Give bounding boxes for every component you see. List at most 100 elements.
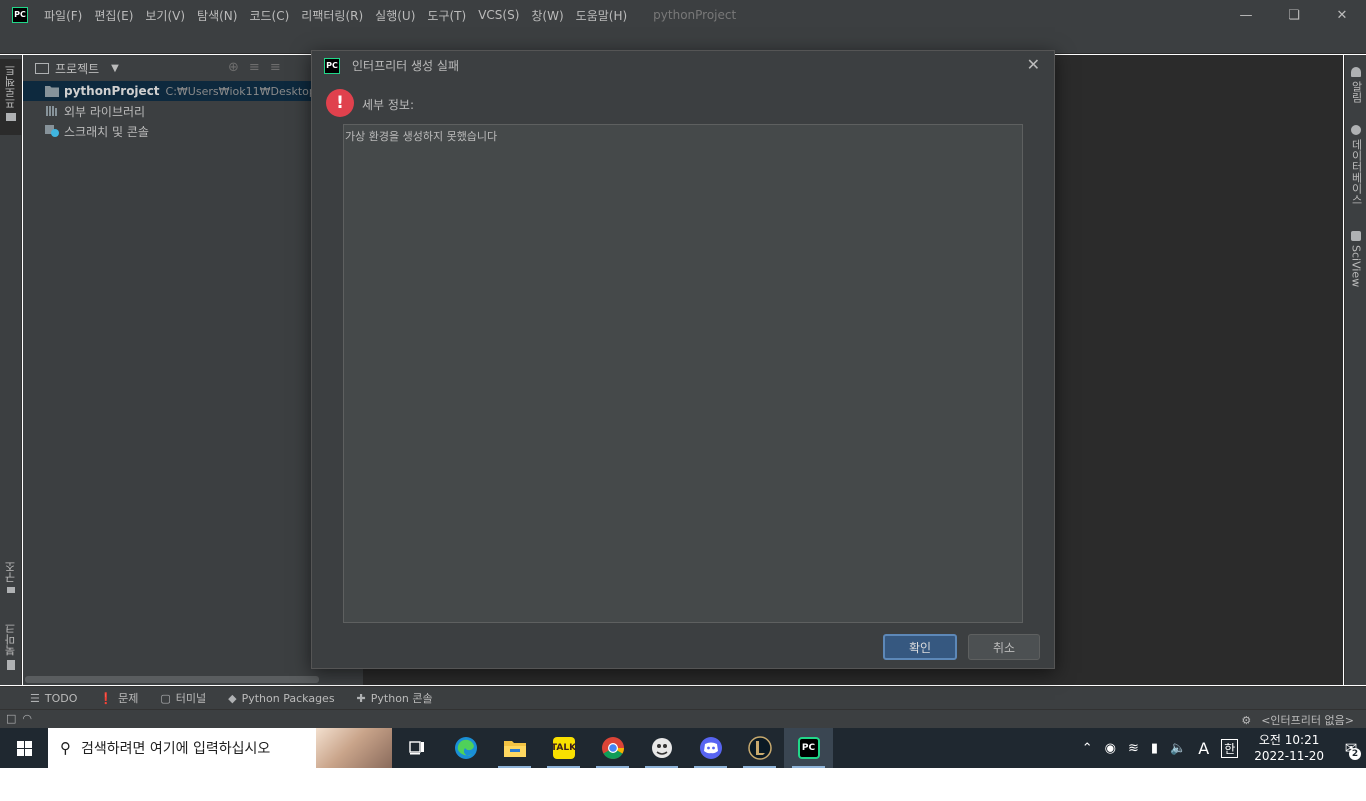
menu-run[interactable]: 실행(U)	[369, 7, 421, 24]
menu-window[interactable]: 창(W)	[525, 7, 569, 24]
restore-icon[interactable]: ❏	[1270, 0, 1318, 30]
menu-refactor[interactable]: 리팩터링(R)	[295, 7, 369, 24]
menu-help[interactable]: 도움말(H)	[570, 7, 634, 24]
python-packages-label: Python Packages	[241, 691, 335, 705]
app-button[interactable]	[637, 728, 686, 768]
menu-code[interactable]: 코드(C)	[243, 7, 295, 24]
menu-tools[interactable]: 도구(T)	[421, 7, 472, 24]
ime-mode-indicator[interactable]: A	[1198, 739, 1209, 758]
pycharm-icon: PC	[797, 737, 820, 759]
spinner-icon: ◠	[22, 712, 33, 725]
right-tool-strip: 알림 데이터베이스 SciView	[1344, 55, 1366, 685]
left-tool-strip: 프로젝트 구조 북마크	[0, 55, 22, 685]
league-of-legends-button[interactable]	[735, 728, 784, 768]
taskbar-clock[interactable]: 오전 10:21 2022-11-20	[1254, 732, 1324, 764]
interpreter-status[interactable]: <인터프리터 없음>	[1261, 712, 1354, 728]
menu-edit[interactable]: 편집(E)	[88, 7, 139, 24]
python-console-tool-tab[interactable]: ✚ Python 콘솔	[357, 690, 433, 706]
file-explorer-icon	[503, 741, 526, 757]
chrome-button[interactable]	[588, 728, 637, 768]
collapse-all-icon[interactable]: ≡	[270, 60, 281, 75]
discord-button[interactable]	[686, 728, 735, 768]
detail-label: 세부 정보:	[362, 98, 415, 112]
folder-icon	[6, 113, 16, 121]
database-tool-tab[interactable]: 데이터베이스	[1345, 119, 1366, 205]
discord-icon	[699, 737, 722, 759]
tree-item-name: 스크래치 및 콘솔	[64, 124, 149, 139]
sciview-tool-tab[interactable]: SciView	[1345, 225, 1366, 287]
windows-logo-icon	[16, 740, 32, 756]
menu-view[interactable]: 보기(V)	[139, 7, 191, 24]
close-icon[interactable]: ✕	[1027, 55, 1040, 74]
problems-label: 문제	[118, 692, 139, 705]
search-highlight-image	[316, 728, 392, 768]
terminal-tool-tab[interactable]: ▢ 터미널	[160, 690, 206, 706]
problems-tool-tab[interactable]: ❗ 문제	[99, 690, 138, 706]
clock-date: 2022-11-20	[1254, 749, 1324, 763]
taskbar-search-box[interactable]: ⚲ 검색하려면 여기에 입력하십시오	[48, 728, 392, 768]
cancel-button[interactable]: 취소	[968, 634, 1040, 660]
title-menu-bar: PC 파일(F) 편집(E) 보기(V) 탐색(N) 코드(C) 리팩터링(R)…	[0, 0, 1366, 30]
edge-button[interactable]	[441, 728, 490, 768]
structure-tool-tab[interactable]: 구조	[0, 561, 22, 609]
kakaotalk-button[interactable]: TALK	[539, 728, 588, 768]
pycharm-logo-icon: PC	[324, 57, 340, 74]
minimize-icon[interactable]: —	[1222, 0, 1270, 30]
menu-vcs[interactable]: VCS(S)	[472, 8, 525, 22]
chevron-up-icon[interactable]: ⌃	[1082, 741, 1093, 756]
settings-icon[interactable]: ⚙	[1241, 714, 1251, 727]
folder-icon	[45, 86, 59, 97]
pycharm-logo-icon[interactable]: PC	[12, 7, 28, 23]
volume-icon[interactable]: 🔈	[1170, 741, 1186, 756]
horizontal-scrollbar[interactable]	[25, 676, 319, 683]
file-explorer-button[interactable]	[490, 728, 539, 768]
terminal-label: 터미널	[175, 692, 207, 705]
bookmark-icon	[7, 660, 15, 670]
league-of-legends-icon	[747, 736, 772, 760]
notification-center-button[interactable]: ✉ 2	[1336, 728, 1366, 768]
task-view-icon	[408, 741, 424, 755]
battery-icon[interactable]: ▮	[1151, 741, 1158, 756]
status-right: ⚙ <인터프리터 없음>	[1241, 712, 1354, 728]
detail-text: 가상 환경을 생성하지 못했습니다	[345, 130, 498, 143]
window-controls: — ❏ ✕	[1222, 0, 1366, 30]
database-icon	[1351, 125, 1361, 135]
project-tool-tab[interactable]: 프로젝트	[0, 59, 22, 135]
ime-language-indicator[interactable]: 한	[1221, 738, 1239, 758]
notifications-tool-tab[interactable]: 알림	[1345, 61, 1366, 103]
chevron-down-icon[interactable]: ▼	[111, 63, 119, 74]
detail-text-area[interactable]: 가상 환경을 생성하지 못했습니다	[343, 124, 1023, 623]
project-tab-label: 프로젝트	[4, 65, 17, 109]
tree-item-name: pythonProject	[64, 84, 160, 98]
task-view-button[interactable]	[392, 728, 441, 768]
search-placeholder: 검색하려면 여기에 입력하십시오	[81, 741, 271, 757]
wifi-icon[interactable]: ≋	[1128, 741, 1139, 756]
bookmarks-tool-tab[interactable]: 북마크	[0, 623, 22, 675]
project-panel-tools: ⊕ ≡ ≡	[228, 60, 281, 75]
pycharm-button[interactable]: PC	[784, 728, 833, 768]
project-view-icon	[35, 62, 49, 74]
window-title: pythonProject	[653, 8, 737, 22]
menu-file[interactable]: 파일(F)	[38, 7, 88, 24]
search-icon: ⚲	[60, 739, 71, 757]
ok-button[interactable]: 확인	[883, 634, 957, 660]
webcam-icon[interactable]: ◉	[1105, 741, 1116, 756]
close-icon[interactable]: ✕	[1318, 0, 1366, 30]
start-button[interactable]	[0, 728, 48, 768]
todo-tool-tab[interactable]: ☰ TODO	[30, 692, 77, 705]
kakaotalk-icon: TALK	[551, 737, 576, 759]
scratch-icon	[45, 125, 59, 137]
dialog-title-bar: PC 인터프리터 생성 실패	[324, 57, 459, 74]
python-packages-tool-tab[interactable]: ◆ Python Packages	[228, 692, 334, 705]
taskbar-apps: TALK PC	[392, 728, 833, 768]
project-panel-title[interactable]: 프로젝트	[55, 60, 99, 77]
info-icon: ❗	[99, 691, 114, 705]
menu-navigate[interactable]: 탐색(N)	[191, 7, 243, 24]
locate-icon[interactable]: ⊕	[228, 60, 239, 75]
error-icon: !	[326, 89, 354, 117]
chrome-icon	[601, 737, 624, 759]
layout-icon[interactable]: □	[6, 712, 16, 725]
terminal-icon: ▢	[160, 691, 171, 705]
status-bar: □ ◠ ⚙ <인터프리터 없음>	[0, 709, 1366, 728]
expand-all-icon[interactable]: ≡	[249, 60, 260, 75]
